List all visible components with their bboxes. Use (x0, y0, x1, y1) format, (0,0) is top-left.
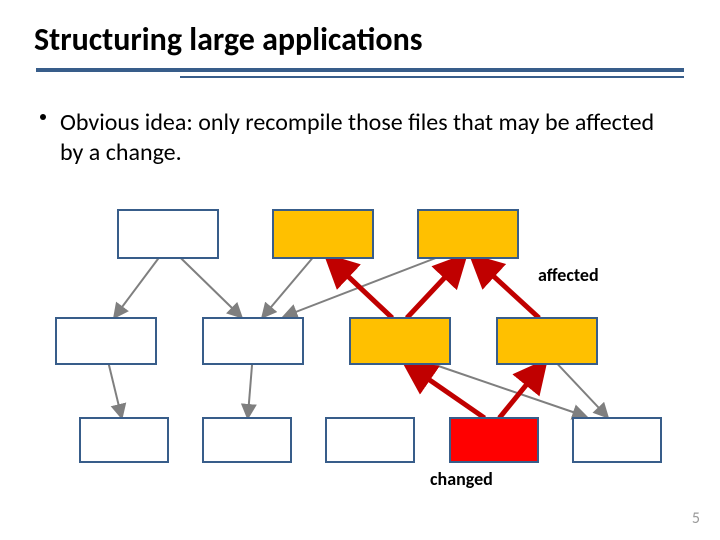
node-r1b1 (203, 318, 303, 364)
node-r2b3 (450, 418, 538, 462)
arrow (248, 364, 252, 416)
node-r0b1 (273, 210, 373, 258)
page-number: 5 (692, 509, 700, 528)
arrow (331, 260, 393, 318)
node-r1b2 (350, 318, 450, 364)
arrow (407, 260, 461, 318)
arrow (109, 364, 122, 416)
node-r2b1 (203, 418, 291, 462)
label-affected: affected (538, 264, 599, 286)
arrow (476, 260, 539, 318)
dependency-diagram (0, 0, 720, 540)
node-r1b0 (56, 318, 156, 364)
label-changed: changed (430, 468, 493, 490)
node-r2b4 (573, 418, 661, 462)
node-r2b2 (326, 418, 414, 462)
node-r1b3 (497, 318, 597, 364)
node-r0b0 (118, 210, 218, 258)
arrow (115, 258, 158, 316)
arrow (499, 366, 541, 418)
arrow (558, 364, 607, 416)
arrow (409, 366, 484, 418)
arrow (181, 258, 241, 316)
node-r2b0 (80, 418, 168, 462)
node-r0b2 (418, 210, 518, 258)
